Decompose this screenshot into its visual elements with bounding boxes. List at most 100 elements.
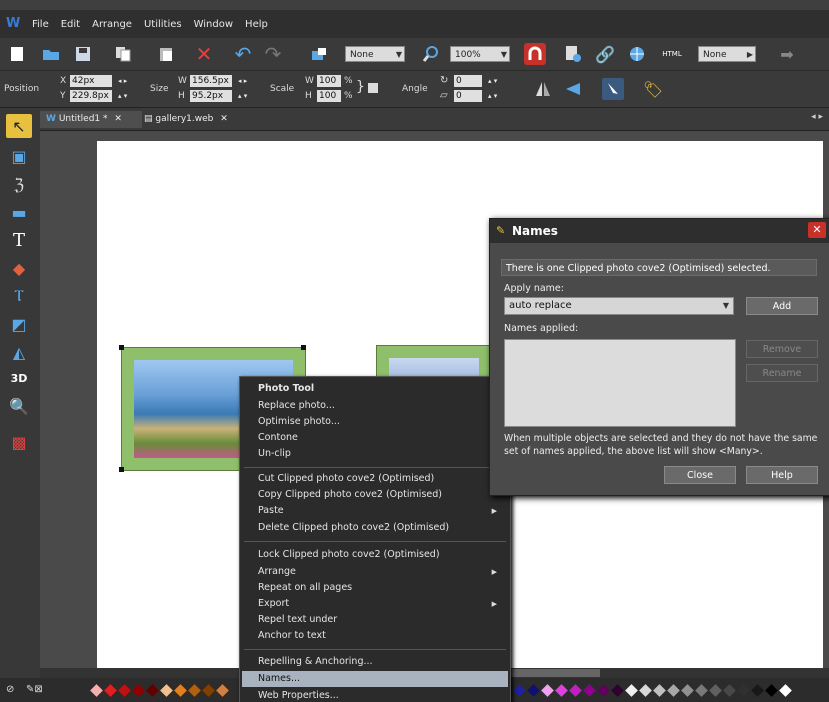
color-swatch[interactable] [527,684,540,697]
menu-replace-photo[interactable]: Replace photo... [258,398,503,414]
menu-edit[interactable]: Edit [61,19,80,30]
color-swatch[interactable] [667,684,680,697]
close-button[interactable]: Close [664,466,736,484]
close-icon[interactable]: ✕ [808,222,826,238]
width-field[interactable]: 156.5px [190,75,232,87]
close-icon[interactable]: ✕ [220,114,228,124]
color-swatch[interactable] [90,684,103,697]
copy-icon[interactable] [112,43,134,65]
color-swatch[interactable] [555,684,568,697]
color-swatch[interactable] [583,684,596,697]
color-swatch[interactable] [625,684,638,697]
y-position-field[interactable]: 229.8px [70,90,112,102]
undo-icon[interactable]: ↶ [232,42,254,66]
menu-repeat-all-pages[interactable]: Repeat on all pages [258,580,503,596]
document-info-icon[interactable] [562,43,584,65]
color-swatch[interactable] [541,684,554,697]
color-swatch[interactable] [188,684,201,697]
tab-untitled1[interactable]: W Untitled1 * ✕ [40,111,142,128]
tag-icon[interactable]: 🏷 [642,78,664,100]
menu-utilities[interactable]: Utilities [144,19,182,30]
color-swatch[interactable] [513,684,526,697]
angle-spinner-icon[interactable]: ▴ ▾ [488,77,497,85]
menu-cut[interactable]: Cut Clipped photo cove2 (Optimised) [258,471,503,487]
menu-optimise-photo[interactable]: Optimise photo... [258,414,503,430]
remove-button[interactable]: Remove [746,340,818,358]
color-swatch[interactable] [723,684,736,697]
menu-copy[interactable]: Copy Clipped photo cove2 (Optimised) [258,487,503,503]
no-color-icon[interactable]: ⊘ [6,684,20,696]
selector-tool-icon[interactable] [602,78,624,100]
html-code-icon[interactable]: HTML [660,43,684,65]
scrollbar-thumb[interactable] [510,669,600,677]
mould-tool-icon[interactable]: ◭ [6,340,32,364]
selection-handle[interactable] [119,467,124,472]
color-swatch[interactable] [709,684,722,697]
color-swatch[interactable] [146,684,159,697]
color-swatch[interactable] [751,684,764,697]
menu-arrange[interactable]: Arrange [92,19,132,30]
open-folder-icon[interactable] [40,43,62,65]
color-swatch[interactable] [216,684,229,697]
redo-icon[interactable]: ↷ [262,42,284,66]
web-preview-icon[interactable] [626,43,648,65]
x-spinner-icon[interactable]: ◂ ▸ [118,77,127,85]
scale-height-field[interactable]: 100 [317,90,341,102]
tab-scroll-arrows-icon[interactable]: ◂ ▸ [811,112,823,122]
rename-button[interactable]: Rename [746,364,818,382]
dialog-title-bar[interactable]: ✎ Names ✕ [490,219,829,243]
transform-icon[interactable] [308,43,330,65]
height-spinner-icon[interactable]: ▴ ▾ [238,92,247,100]
color-swatch[interactable] [132,684,145,697]
menu-export[interactable]: Export ▶ [258,596,503,612]
tab-gallery1[interactable]: ▤ gallery1.web ✕ [138,111,250,128]
color-swatch[interactable] [118,684,131,697]
flip-vertical-icon[interactable] [562,78,584,100]
color-swatch[interactable] [597,684,610,697]
menu-repel-text[interactable]: Repel text under [258,612,503,628]
photo-tool-icon[interactable]: ▣ [6,144,32,168]
selection-handle[interactable] [301,345,306,350]
web-style-select[interactable]: None ▶ [698,46,756,62]
menu-paste[interactable]: Paste ▶ [258,503,503,519]
menu-un-clip[interactable]: Un-clip [258,446,503,462]
color-swatch[interactable] [695,684,708,697]
color-swatch[interactable] [765,684,778,697]
chevron-down-icon[interactable]: ▼ [723,298,729,314]
apply-name-combo[interactable]: auto replace ▼ [504,297,734,315]
color-swatch[interactable] [681,684,694,697]
freehand-tool-icon[interactable]: ℨ [6,172,32,196]
selection-handle[interactable] [119,345,124,350]
width-spinner-icon[interactable]: ◂ ▸ [238,77,247,85]
color-swatch[interactable] [737,684,750,697]
live-effects-icon[interactable]: ▩ [6,430,32,454]
color-swatch[interactable] [104,684,117,697]
shadow-tool-icon[interactable]: ◩ [6,312,32,336]
zoom-tool-icon[interactable]: 🔍 [6,394,32,418]
height-field[interactable]: 95.2px [190,90,232,102]
3d-tool-icon[interactable]: 3D [6,366,32,390]
link-icon[interactable]: 🔗 [594,43,616,65]
menu-contone[interactable]: Contone [258,430,503,446]
menu-delete[interactable]: Delete Clipped photo cove2 (Optimised) [258,520,503,536]
shear-spinner-icon[interactable]: ▴ ▾ [488,92,497,100]
scale-width-field[interactable]: 100 [317,75,341,87]
menu-names[interactable]: Names... [242,671,508,687]
rectangle-tool-icon[interactable]: ▬ [6,200,32,224]
lock-aspect-icon[interactable] [368,83,378,93]
menu-repelling-anchoring[interactable]: Repelling & Anchoring... [258,654,503,670]
color-swatch[interactable] [202,684,215,697]
y-spinner-icon[interactable]: ▴ ▾ [118,92,127,100]
paste-icon[interactable] [155,43,177,65]
color-picker-icon[interactable]: ✎⊠ [26,684,66,696]
color-swatch[interactable] [174,684,187,697]
new-document-icon[interactable] [6,43,28,65]
angle-field[interactable]: 0 [454,75,482,87]
menu-help[interactable]: Help [245,19,268,30]
names-applied-list[interactable] [504,339,736,427]
text-tool-icon[interactable]: T [6,228,32,252]
selector-tool-icon[interactable]: ↖ [6,114,32,138]
close-icon[interactable]: ✕ [114,114,122,124]
magnet-icon[interactable] [524,43,546,65]
zoom-icon[interactable] [420,43,442,65]
